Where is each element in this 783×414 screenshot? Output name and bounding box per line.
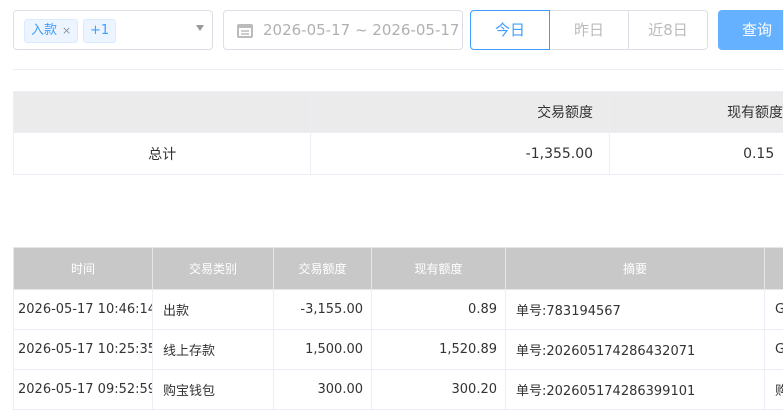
summary-header-row: 交易额度 现有额度 — [12, 91, 783, 133]
cell-time: 2026-05-17 10:46:14 — [13, 289, 153, 330]
cell-memo: 单号:783194567 — [505, 289, 765, 330]
tag-label: 入款 — [31, 23, 58, 38]
cell-extra: G — [764, 329, 783, 370]
query-button[interactable]: 查询 — [718, 10, 783, 50]
header-extra — [764, 247, 783, 290]
tag-more-count: +1 — [83, 19, 117, 43]
quick-date-group: 今日 昨日 近8日 — [470, 10, 708, 50]
summary-header-amount: 交易额度 — [310, 91, 611, 133]
header-type: 交易类别 — [152, 247, 274, 290]
summary-total-amount: -1,355.00 — [310, 132, 611, 175]
chevron-down-icon[interactable] — [196, 25, 204, 31]
summary-table: 交易额度 现有额度 总计 -1,355.00 0.15 — [12, 91, 783, 175]
summary-total-balance: 0.15 — [609, 132, 783, 175]
summary-total-row: 总计 -1,355.00 0.15 — [12, 132, 783, 175]
cell-balance: 1,520.89 — [371, 329, 506, 370]
transaction-type-select[interactable]: 入款 × +1 — [13, 10, 213, 50]
table-row: 2026-05-17 09:52:59 购宝钱包 300.00 300.20 单… — [13, 369, 783, 410]
filter-bar: 入款 × +1 2026-05-17 ~ 2026-05-17 今日 昨日 近8日… — [0, 0, 783, 70]
date-range-value: 2026-05-17 ~ 2026-05-17 — [263, 21, 460, 39]
cell-amount: 300.00 — [273, 369, 372, 410]
header-amount: 交易额度 — [273, 247, 372, 290]
date-range-picker[interactable]: 2026-05-17 ~ 2026-05-17 — [223, 10, 463, 50]
summary-header-blank — [12, 91, 312, 133]
cell-time: 2026-05-17 09:52:59 — [13, 369, 153, 410]
divider — [13, 69, 783, 70]
summary-header-balance: 现有额度 — [609, 91, 783, 133]
cell-time: 2026-05-17 10:25:35 — [13, 329, 153, 370]
today-button[interactable]: 今日 — [470, 10, 550, 50]
cell-balance: 0.89 — [371, 289, 506, 330]
cell-memo: 单号:202605174286432071 — [505, 329, 765, 370]
transaction-table: 时间 交易类别 交易额度 现有额度 摘要 2026-05-17 10:46:14… — [13, 247, 783, 410]
cell-extra: 购 — [764, 369, 783, 410]
cell-amount: -3,155.00 — [273, 289, 372, 330]
last-8-days-button[interactable]: 近8日 — [628, 10, 708, 50]
table-row: 2026-05-17 10:25:35 线上存款 1,500.00 1,520.… — [13, 329, 783, 370]
table-row: 2026-05-17 10:46:14 出款 -3,155.00 0.89 单号… — [13, 289, 783, 330]
yesterday-button[interactable]: 昨日 — [549, 10, 629, 50]
header-memo: 摘要 — [505, 247, 765, 290]
summary-total-label: 总计 — [12, 132, 312, 175]
header-time: 时间 — [13, 247, 153, 290]
cell-amount: 1,500.00 — [273, 329, 372, 370]
tag-deposit: 入款 × — [24, 19, 79, 43]
cell-type: 出款 — [152, 289, 274, 330]
tag-close-icon[interactable]: × — [62, 24, 71, 37]
cell-balance: 300.20 — [371, 369, 506, 410]
calendar-icon — [237, 24, 253, 38]
transaction-header-row: 时间 交易类别 交易额度 现有额度 摘要 — [13, 247, 783, 290]
header-balance: 现有额度 — [371, 247, 506, 290]
cell-extra: G — [764, 289, 783, 330]
cell-type: 购宝钱包 — [152, 369, 274, 410]
cell-type: 线上存款 — [152, 329, 274, 370]
cell-memo: 单号:202605174286399101 — [505, 369, 765, 410]
